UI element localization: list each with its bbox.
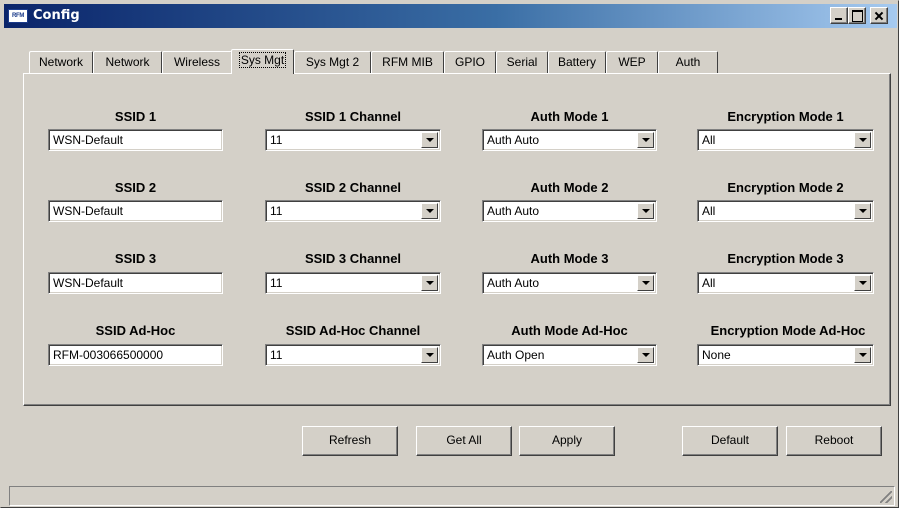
maximize-button[interactable] (848, 7, 866, 24)
encryption-mode-2-label: Encryption Mode 2 (727, 180, 844, 195)
chevron-down-icon[interactable] (421, 347, 438, 363)
encryption-mode-2-dropdown[interactable]: All (697, 200, 874, 222)
auth-mode-3-label: Auth Mode 3 (530, 251, 609, 266)
auth-mode-1-dropdown[interactable]: Auth Auto (482, 129, 657, 151)
window-title: Config (33, 8, 80, 23)
ssid-1-label: SSID 1 (114, 109, 157, 124)
auth-mode-2-label: Auth Mode 2 (530, 180, 609, 195)
chevron-down-icon[interactable] (637, 203, 654, 219)
ssid-adhoc-channel-dropdown[interactable]: 11 (265, 344, 441, 366)
auth-mode-3-dropdown[interactable]: Auth Auto (482, 272, 657, 294)
ssid-1-input[interactable]: WSN-Default (48, 129, 223, 151)
auth-mode-2-dropdown[interactable]: Auth Auto (482, 200, 657, 222)
ssid-3-channel-dropdown[interactable]: 11 (265, 272, 441, 294)
minimize-button[interactable] (830, 7, 848, 24)
resize-grip-icon[interactable] (880, 491, 892, 503)
ssid-adhoc-input[interactable]: RFM-003066500000 (48, 344, 223, 366)
tab-wep[interactable]: WEP (606, 51, 658, 73)
chevron-down-icon[interactable] (421, 275, 438, 291)
reboot-button[interactable]: Reboot (786, 426, 882, 456)
encryption-mode-1-dropdown[interactable]: All (697, 129, 874, 151)
status-bar (9, 486, 895, 506)
tab-serial[interactable]: Serial (496, 51, 548, 73)
apply-button[interactable]: Apply (519, 426, 615, 456)
tab-rfm-mib[interactable]: RFM MIB (371, 51, 444, 73)
chevron-down-icon[interactable] (854, 275, 871, 291)
title-bar[interactable]: RFM Config (4, 4, 897, 28)
chevron-down-icon[interactable] (854, 347, 871, 363)
app-icon: RFM (8, 9, 28, 23)
auth-mode-adhoc-dropdown[interactable]: Auth Open (482, 344, 657, 366)
encryption-mode-adhoc-dropdown[interactable]: None (697, 344, 874, 366)
encryption-mode-3-label: Encryption Mode 3 (727, 251, 844, 266)
encryption-mode-3-dropdown[interactable]: All (697, 272, 874, 294)
chevron-down-icon[interactable] (637, 132, 654, 148)
get-all-button[interactable]: Get All (416, 426, 512, 456)
ssid-2-input[interactable]: WSN-Default (48, 200, 223, 222)
ssid-3-channel-label: SSID 3 Channel (304, 251, 402, 266)
tab-gpio[interactable]: GPIO (444, 51, 496, 73)
encryption-mode-adhoc-label: Encryption Mode Ad-Hoc (710, 323, 866, 338)
tab-battery[interactable]: Battery (548, 51, 606, 73)
auth-mode-1-label: Auth Mode 1 (530, 109, 609, 124)
tab-auth[interactable]: Auth (658, 51, 718, 73)
tab-sys-mgt[interactable]: Sys Mgt (231, 49, 294, 74)
chevron-down-icon[interactable] (854, 132, 871, 148)
close-button[interactable] (870, 7, 888, 24)
chevron-down-icon[interactable] (637, 347, 654, 363)
default-button[interactable]: Default (682, 426, 778, 456)
tab-sys-mgt-2[interactable]: Sys Mgt 2 (294, 51, 371, 73)
chevron-down-icon[interactable] (854, 203, 871, 219)
ssid-adhoc-channel-label: SSID Ad-Hoc Channel (285, 323, 421, 338)
chevron-down-icon[interactable] (637, 275, 654, 291)
chevron-down-icon[interactable] (421, 203, 438, 219)
ssid-2-channel-dropdown[interactable]: 11 (265, 200, 441, 222)
ssid-2-label: SSID 2 (114, 180, 157, 195)
ssid-1-channel-dropdown[interactable]: 11 (265, 129, 441, 151)
tab-network-1[interactable]: Network (29, 51, 93, 73)
refresh-button[interactable]: Refresh (302, 426, 398, 456)
tab-network-2[interactable]: Network (93, 51, 162, 73)
config-window: RFM Config Network Network Wireless Sys … (0, 0, 899, 508)
encryption-mode-1-label: Encryption Mode 1 (727, 109, 844, 124)
tab-wireless[interactable]: Wireless (162, 51, 232, 73)
ssid-1-channel-label: SSID 1 Channel (304, 109, 402, 124)
ssid-3-label: SSID 3 (114, 251, 157, 266)
ssid-adhoc-label: SSID Ad-Hoc (95, 323, 176, 338)
ssid-2-channel-label: SSID 2 Channel (304, 180, 402, 195)
auth-mode-adhoc-label: Auth Mode Ad-Hoc (511, 323, 628, 338)
chevron-down-icon[interactable] (421, 132, 438, 148)
ssid-3-input[interactable]: WSN-Default (48, 272, 223, 294)
